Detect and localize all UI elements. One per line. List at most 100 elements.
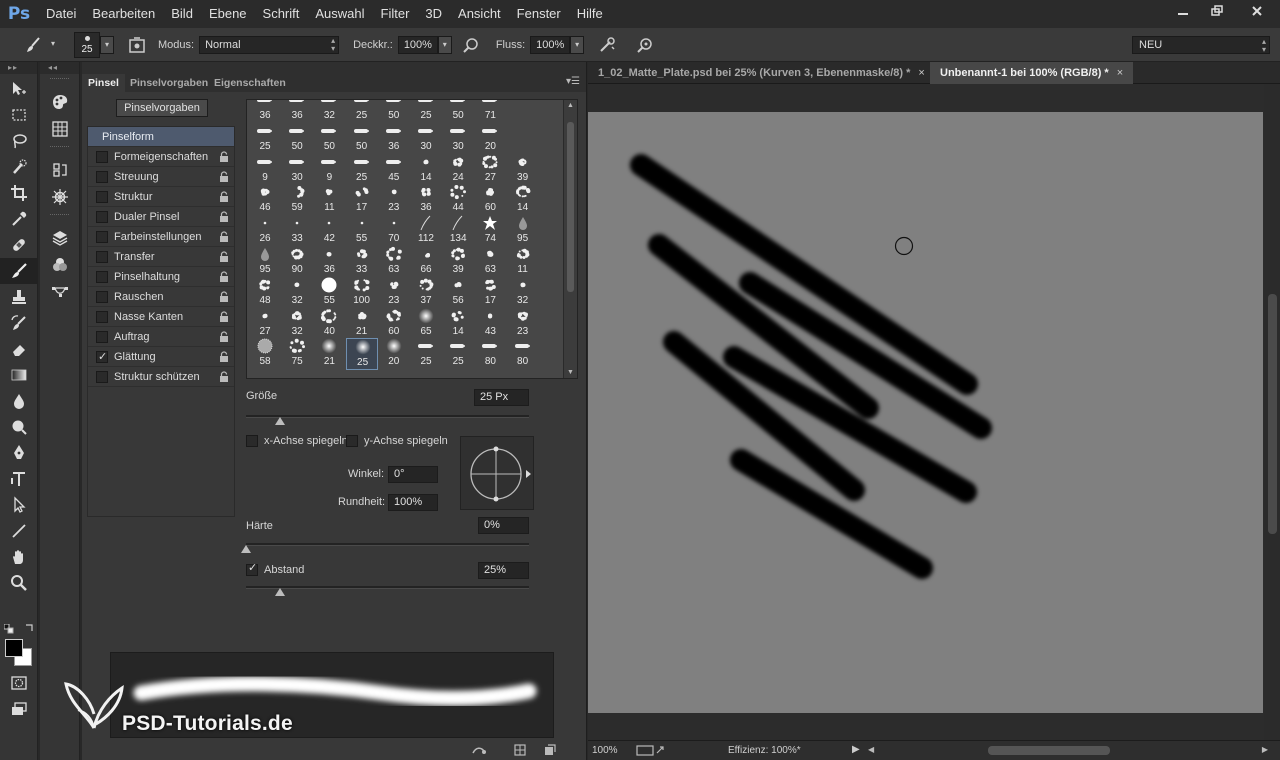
menu-auswahl[interactable]: Auswahl bbox=[307, 0, 372, 28]
screen-mode-button[interactable] bbox=[0, 696, 38, 722]
spacing-slider-knob[interactable] bbox=[274, 588, 285, 596]
brush-setting-checkbox[interactable] bbox=[96, 291, 108, 303]
dock-grip[interactable] bbox=[50, 78, 69, 84]
brush-tip[interactable]: 36 bbox=[378, 123, 410, 155]
swatches-panel-button[interactable] bbox=[40, 115, 80, 142]
lock-icon[interactable] bbox=[219, 251, 229, 263]
brush-tip[interactable]: 21 bbox=[346, 308, 378, 340]
brush-tip[interactable]: 27 bbox=[249, 308, 281, 340]
size-slider-track[interactable] bbox=[246, 415, 529, 418]
brush-tip[interactable]: 23 bbox=[378, 184, 410, 216]
lock-icon[interactable] bbox=[219, 231, 229, 243]
brush-tip[interactable]: 44 bbox=[442, 184, 474, 216]
brush-tip[interactable]: 23 bbox=[378, 277, 410, 309]
brush-tip[interactable]: 25 bbox=[410, 100, 442, 124]
brush-setting-formeigenschaften[interactable]: Formeigenschaften bbox=[88, 147, 234, 167]
brush-tip[interactable]: 25 bbox=[249, 123, 281, 155]
brush-setting-checkbox[interactable] bbox=[96, 311, 108, 323]
minimize-button[interactable] bbox=[1166, 0, 1200, 22]
brush-tip[interactable]: 95 bbox=[249, 246, 281, 278]
type-tool[interactable] bbox=[0, 466, 38, 492]
lock-icon[interactable] bbox=[219, 211, 229, 223]
channels-panel-button[interactable] bbox=[40, 251, 80, 278]
brush-tip[interactable]: 39 bbox=[442, 246, 474, 278]
brush-tip[interactable]: 46 bbox=[249, 184, 281, 216]
brush-tip[interactable]: 32 bbox=[313, 100, 345, 124]
brush-tip[interactable]: 56 bbox=[442, 277, 474, 309]
color-panel-button[interactable] bbox=[40, 88, 80, 115]
brush-tip[interactable]: 80 bbox=[474, 338, 506, 370]
brush-tip[interactable]: 33 bbox=[346, 246, 378, 278]
horizontal-scroll-thumb[interactable] bbox=[988, 746, 1110, 755]
document-tab[interactable]: Unbenannt-1 bei 100% (RGB/8) * × bbox=[930, 62, 1134, 84]
brush-tip[interactable]: 32 bbox=[281, 308, 313, 340]
menu-3d[interactable]: 3D bbox=[417, 0, 450, 28]
brush-setting-checkbox[interactable] bbox=[96, 251, 108, 263]
opacity-dropdown[interactable]: ▾ bbox=[437, 35, 452, 54]
brush-tip[interactable]: 60 bbox=[378, 308, 410, 340]
move-tool[interactable] bbox=[0, 76, 38, 102]
brush-tip[interactable]: 50 bbox=[313, 123, 345, 155]
menu-filter[interactable]: Filter bbox=[373, 0, 418, 28]
spacing-input[interactable]: 25% bbox=[478, 562, 529, 579]
brush-tip[interactable]: 95 bbox=[507, 215, 539, 247]
brush-tip[interactable]: 37 bbox=[410, 277, 442, 309]
brush-tip[interactable]: 14 bbox=[442, 308, 474, 340]
brush-setting-transfer[interactable]: Transfer bbox=[88, 247, 234, 267]
stamp-tool[interactable] bbox=[0, 284, 38, 310]
brush-tip[interactable]: 14 bbox=[410, 154, 442, 186]
menu-ebene[interactable]: Ebene bbox=[201, 0, 255, 28]
brush-tip[interactable]: 36 bbox=[249, 100, 281, 124]
brush-setting-pinselhaltung[interactable]: Pinselhaltung bbox=[88, 267, 234, 287]
brush-tool-preset-picker[interactable] bbox=[22, 34, 44, 56]
brush-tip[interactable]: 39 bbox=[507, 154, 539, 186]
brush-tip[interactable]: 11 bbox=[507, 246, 539, 278]
menu-ansicht[interactable]: Ansicht bbox=[450, 0, 509, 28]
brush-tip[interactable]: 14 bbox=[507, 184, 539, 216]
brush-tip[interactable]: 75 bbox=[281, 338, 313, 370]
brush-tip[interactable]: 80 bbox=[507, 338, 539, 370]
brush-tip[interactable]: 21 bbox=[313, 338, 345, 370]
brush-tip[interactable]: 63 bbox=[474, 246, 506, 278]
close-button[interactable] bbox=[1234, 0, 1280, 22]
dock-grip[interactable] bbox=[50, 146, 69, 152]
brush-setting-checkbox[interactable] bbox=[96, 191, 108, 203]
lock-icon[interactable] bbox=[219, 351, 229, 363]
tab-eigenschaften[interactable]: Eigenschaften bbox=[208, 74, 292, 92]
brush-setting-gl-ttung[interactable]: Glättung bbox=[88, 347, 234, 367]
brush-tip[interactable]: 65 bbox=[410, 308, 442, 340]
hand-tool[interactable] bbox=[0, 544, 38, 570]
brush-tip[interactable]: 30 bbox=[442, 123, 474, 155]
path-selection-tool[interactable] bbox=[0, 492, 38, 518]
brush-tip[interactable]: 26 bbox=[249, 215, 281, 247]
brush-tip[interactable]: 66 bbox=[410, 246, 442, 278]
flip-y-checkbox[interactable] bbox=[346, 435, 358, 447]
zoom-tool[interactable] bbox=[0, 570, 38, 596]
spacing-slider-track[interactable] bbox=[246, 586, 529, 589]
brush-setting-streuung[interactable]: Streuung bbox=[88, 167, 234, 187]
close-tab-icon[interactable]: × bbox=[918, 67, 924, 79]
brush-tip[interactable]: 74 bbox=[474, 215, 506, 247]
hardness-slider-track[interactable] bbox=[246, 543, 529, 546]
vertical-scroll-thumb[interactable] bbox=[1268, 294, 1277, 534]
brush-tip[interactable]: 25 bbox=[410, 338, 442, 370]
healing-brush-tool[interactable] bbox=[0, 232, 38, 258]
tab-pinselvorgaben[interactable]: Pinselvorgaben bbox=[124, 74, 214, 92]
close-tab-icon[interactable]: × bbox=[1117, 67, 1123, 79]
gradient-tool[interactable] bbox=[0, 362, 38, 388]
dock-grip[interactable] bbox=[50, 214, 69, 220]
scroll-up-icon[interactable]: ▲ bbox=[567, 102, 574, 109]
marquee-tool[interactable] bbox=[0, 102, 38, 128]
lock-icon[interactable] bbox=[219, 291, 229, 303]
brush-tip[interactable]: 50 bbox=[378, 100, 410, 124]
brush-setting-checkbox[interactable] bbox=[96, 171, 108, 183]
adjustments-panel-button[interactable] bbox=[40, 183, 80, 210]
brush-tip[interactable]: 11 bbox=[313, 184, 345, 216]
scroll-down-icon[interactable]: ▼ bbox=[567, 369, 574, 376]
brush-tip[interactable]: 50 bbox=[442, 100, 474, 124]
new-brush-icon[interactable] bbox=[544, 744, 556, 756]
menu-fenster[interactable]: Fenster bbox=[509, 0, 569, 28]
brush-tip[interactable]: 50 bbox=[281, 123, 313, 155]
quick-mask-button[interactable] bbox=[0, 670, 38, 696]
workspace-select[interactable]: NEU ▴ ▾ bbox=[1132, 36, 1270, 54]
